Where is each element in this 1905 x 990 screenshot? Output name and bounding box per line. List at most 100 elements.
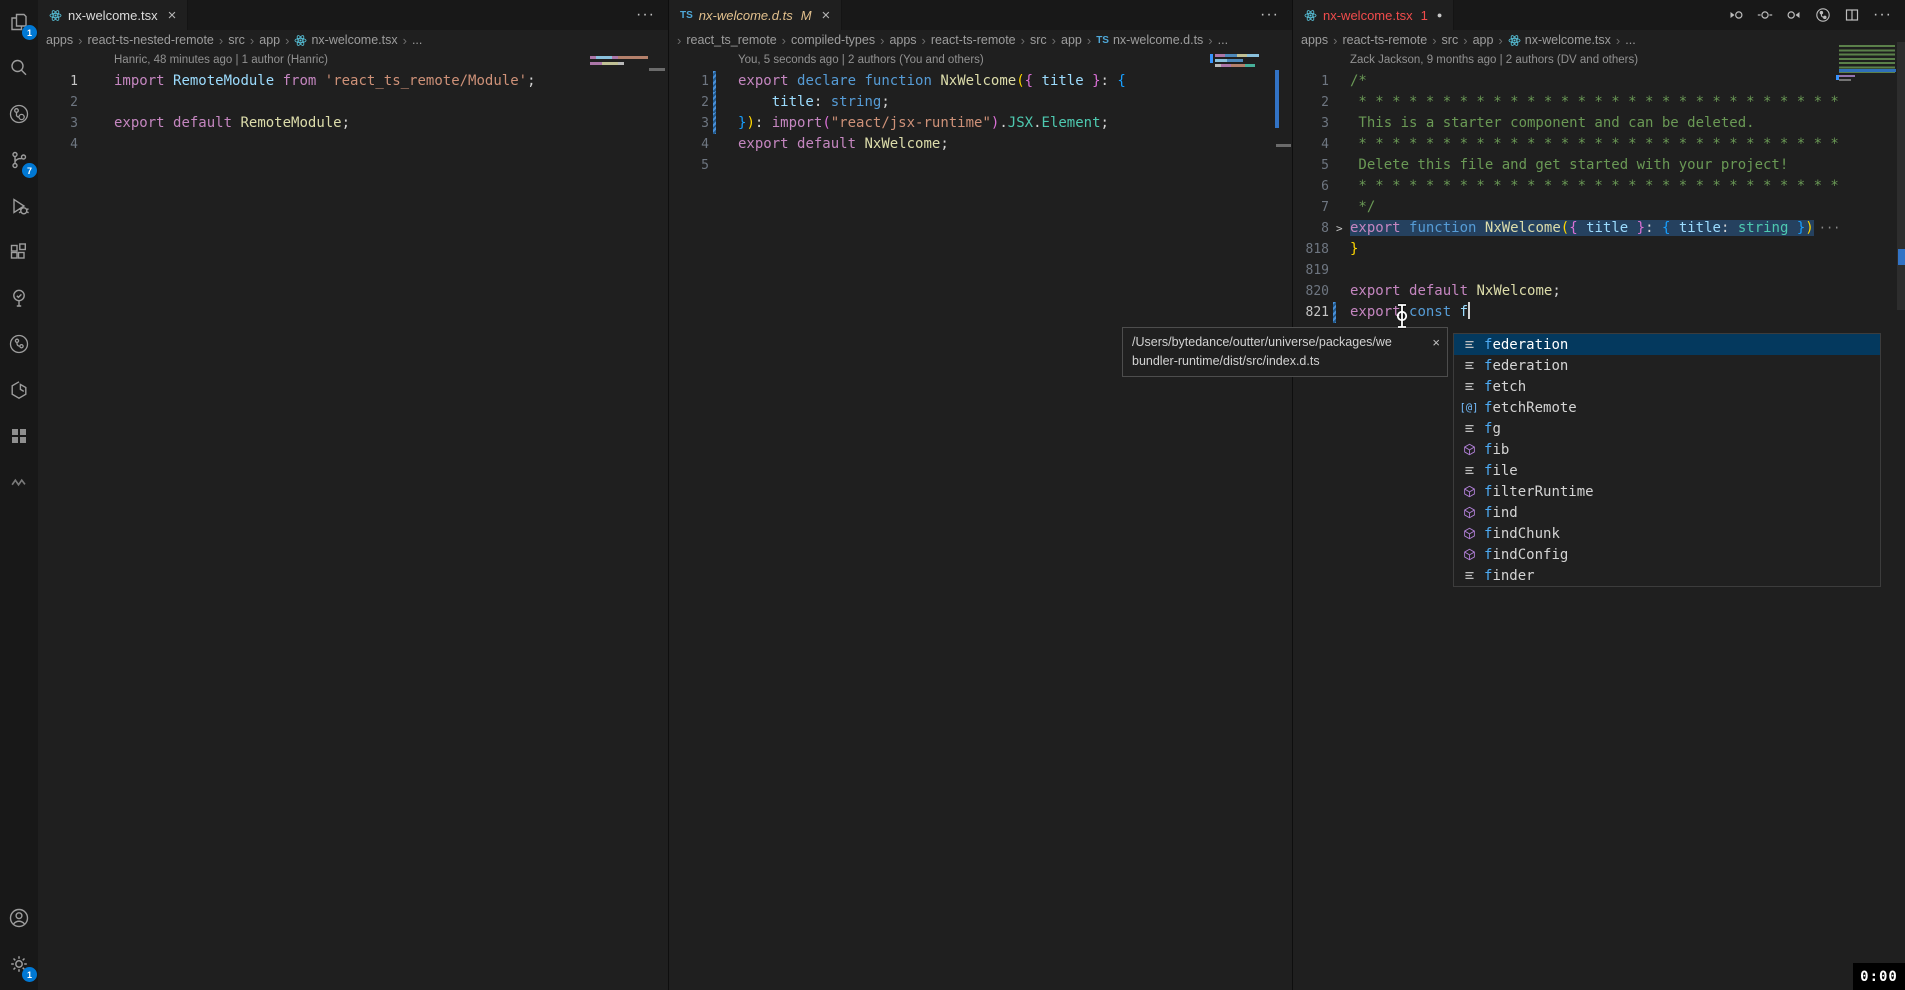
- git-codelens[interactable]: Zack Jackson, 9 months ago | 2 authors (…: [1350, 50, 1905, 71]
- editor-tab[interactable]: nx-welcome.tsx 1 ●: [1293, 0, 1454, 30]
- breadcrumb-item[interactable]: react_ts_remote: [686, 33, 776, 47]
- suggest-item[interactable]: fetch: [1454, 376, 1880, 397]
- breadcrumb-label: src: [1030, 33, 1047, 47]
- suggest-item[interactable]: filterRuntime: [1454, 481, 1880, 502]
- code-line[interactable]: 2 title: string;: [669, 92, 1292, 113]
- code-line[interactable]: 818}: [1293, 239, 1905, 260]
- source-control-icon[interactable]: 7: [3, 144, 35, 176]
- split-editor-icon[interactable]: [1844, 7, 1860, 23]
- suggest-item[interactable]: file: [1454, 460, 1880, 481]
- breadcrumb-item[interactable]: TSnx-welcome.d.ts: [1096, 33, 1203, 47]
- suggest-item[interactable]: finder: [1454, 565, 1880, 586]
- editor-tab[interactable]: nx-welcome.tsx ×: [38, 0, 188, 30]
- breadcrumb-item[interactable]: src: [1442, 33, 1459, 47]
- more-extensions-icon[interactable]: [3, 466, 35, 498]
- suggest-item[interactable]: federation: [1454, 334, 1880, 355]
- code-line[interactable]: 6 * * * * * * * * * * * * * * * * * * * …: [1293, 176, 1905, 197]
- code-editor[interactable]: Hanric, 48 minutes ago | 1 author (Hanri…: [38, 50, 668, 155]
- tree-icon[interactable]: [3, 282, 35, 314]
- breadcrumb-item[interactable]: app: [259, 33, 280, 47]
- suggest-item[interactable]: findChunk: [1454, 523, 1880, 544]
- open-changes-icon[interactable]: [1757, 7, 1773, 23]
- account-icon[interactable]: [3, 902, 35, 934]
- breadcrumb-item[interactable]: app: [1473, 33, 1494, 47]
- code-line[interactable]: 820export default NxWelcome;: [1293, 281, 1905, 302]
- dirty-dot-icon[interactable]: ●: [1437, 10, 1442, 20]
- breadcrumb-item[interactable]: src: [228, 33, 245, 47]
- breadcrumb-item[interactable]: ...: [412, 33, 422, 47]
- settings-gear-icon[interactable]: 1: [3, 948, 35, 980]
- typescript-file-icon: TS: [680, 10, 693, 21]
- code-line[interactable]: 5 Delete this file and get started with …: [1293, 155, 1905, 176]
- hexagon-icon[interactable]: [3, 374, 35, 406]
- code-line[interactable]: 821export const f: [1293, 302, 1905, 323]
- code-line[interactable]: 3export default RemoteModule;: [38, 113, 668, 134]
- next-change-icon[interactable]: [1786, 7, 1802, 23]
- suggest-item[interactable]: fg: [1454, 418, 1880, 439]
- breadcrumb-item[interactable]: apps: [1301, 33, 1328, 47]
- breadcrumb-item[interactable]: react-ts-nested-remote: [87, 33, 213, 47]
- fold-ellipsis-icon[interactable]: ···: [1819, 221, 1841, 235]
- breadcrumb-item[interactable]: nx-welcome.tsx: [1508, 33, 1611, 47]
- more-actions-icon[interactable]: ···: [636, 6, 655, 24]
- mouse-ibeam-cursor: [1393, 302, 1411, 330]
- chevron-right-icon: ›: [880, 33, 884, 48]
- breadcrumb-label: react-ts-nested-remote: [87, 33, 213, 47]
- breadcrumb-item[interactable]: app: [1061, 33, 1082, 47]
- close-icon[interactable]: ×: [168, 7, 177, 24]
- code-line[interactable]: 1import RemoteModule from 'react_ts_remo…: [38, 71, 668, 92]
- breadcrumb-item[interactable]: apps: [889, 33, 916, 47]
- code-line[interactable]: 2 * * * * * * * * * * * * * * * * * * * …: [1293, 92, 1905, 113]
- editor-tab[interactable]: TS nx-welcome.d.ts M ×: [669, 0, 842, 30]
- code-line[interactable]: 3 This is a starter component and can be…: [1293, 113, 1905, 134]
- minimap[interactable]: [590, 56, 648, 59]
- suggest-item[interactable]: [@]fetchRemote: [1454, 397, 1880, 418]
- more-actions-icon[interactable]: ···: [1873, 6, 1892, 24]
- more-actions-icon[interactable]: ···: [1260, 6, 1279, 24]
- git-codelens[interactable]: You, 5 seconds ago | 2 authors (You and …: [738, 50, 1292, 71]
- close-icon[interactable]: ×: [822, 7, 831, 24]
- code-line[interactable]: 7 */: [1293, 197, 1905, 218]
- breadcrumb-item[interactable]: ...: [1625, 33, 1635, 47]
- commit-graph-icon[interactable]: [3, 328, 35, 360]
- gitlens-icon[interactable]: [3, 98, 35, 130]
- breadcrumb-item[interactable]: compiled-types: [791, 33, 875, 47]
- breadcrumb-item[interactable]: nx-welcome.tsx: [294, 33, 397, 47]
- code-line[interactable]: 3}): import("react/jsx-runtime").JSX.Ele…: [669, 113, 1292, 134]
- extensions-icon[interactable]: [3, 236, 35, 268]
- suggest-item[interactable]: find: [1454, 502, 1880, 523]
- code-line[interactable]: 4 * * * * * * * * * * * * * * * * * * * …: [1293, 134, 1905, 155]
- breadcrumb-item[interactable]: react-ts-remote: [1342, 33, 1427, 47]
- close-icon[interactable]: ×: [1432, 333, 1440, 352]
- scrollbar[interactable]: [1897, 42, 1905, 310]
- grid-icon[interactable]: [3, 420, 35, 452]
- code-editor[interactable]: Zack Jackson, 9 months ago | 2 authors (…: [1293, 50, 1905, 323]
- code-line[interactable]: 1export declare function NxWelcome({ tit…: [669, 71, 1292, 92]
- breadcrumb-item[interactable]: react-ts-remote: [931, 33, 1016, 47]
- code-editor[interactable]: You, 5 seconds ago | 2 authors (You and …: [669, 50, 1292, 176]
- explorer-icon[interactable]: 1: [3, 6, 35, 38]
- fold-chevron-icon[interactable]: >: [1336, 218, 1343, 239]
- code-line[interactable]: 819: [1293, 260, 1905, 281]
- commit-graph-icon[interactable]: [1815, 7, 1831, 23]
- breadcrumb-label: apps: [889, 33, 916, 47]
- suggest-item[interactable]: fib: [1454, 439, 1880, 460]
- minimap[interactable]: [1215, 54, 1259, 57]
- minimap-modified-mark: [1836, 75, 1839, 80]
- previous-change-icon[interactable]: [1728, 7, 1744, 23]
- source-control-badge: 7: [22, 163, 37, 178]
- search-icon[interactable]: [3, 52, 35, 84]
- breadcrumb-item[interactable]: ...: [1218, 33, 1228, 47]
- breadcrumb-item[interactable]: apps: [46, 33, 73, 47]
- git-codelens[interactable]: Hanric, 48 minutes ago | 1 author (Hanri…: [114, 50, 668, 71]
- suggest-item[interactable]: findConfig: [1454, 544, 1880, 565]
- code-line[interactable]: 8>export function NxWelcome({ title }: {…: [1293, 218, 1905, 239]
- breadcrumb-item[interactable]: src: [1030, 33, 1047, 47]
- code-line[interactable]: 4: [38, 134, 668, 155]
- code-line[interactable]: 5: [669, 155, 1292, 176]
- code-line[interactable]: 4export default NxWelcome;: [669, 134, 1292, 155]
- code-line[interactable]: 1/*: [1293, 71, 1905, 92]
- code-line[interactable]: 2: [38, 92, 668, 113]
- run-debug-icon[interactable]: [3, 190, 35, 222]
- suggest-item[interactable]: federation: [1454, 355, 1880, 376]
